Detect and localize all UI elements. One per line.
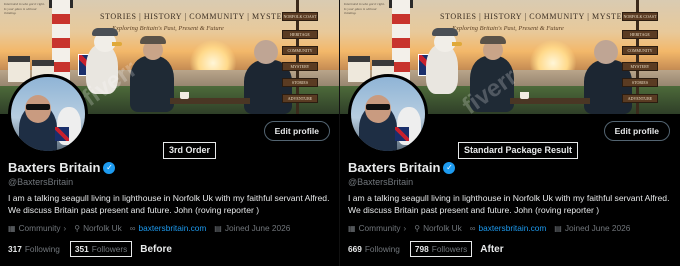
display-name: Baxters Britain (348, 160, 441, 175)
community-item[interactable]: ▦ Community › (8, 223, 66, 233)
calendar-icon: ▤ (554, 223, 562, 233)
lighthouse-illustration (52, 0, 70, 86)
display-name: Baxters Britain (8, 160, 101, 175)
order-callout: 3rd Order (163, 142, 217, 159)
sign: COMMUNITY (622, 46, 658, 55)
banner-menu: STORIES | HISTORY | COMMUNITY | MYSTERY (100, 12, 295, 21)
location-item: ⚲ Norfolk Uk (414, 223, 462, 233)
result-label: Before (140, 243, 172, 255)
chevron-right-icon: › (403, 223, 407, 233)
bio: I am a talking seagull living in lightho… (348, 193, 670, 215)
sign: NORFOLK COAST (282, 12, 318, 21)
sign: COMMUNITY (282, 46, 318, 55)
package-callout: Standard Package Result (458, 142, 579, 159)
banner-menu: STORIES | HISTORY | COMMUNITY | MYSTERY (440, 12, 635, 21)
verified-badge-icon: ✓ (443, 161, 456, 174)
calendar-icon: ▤ (214, 223, 222, 233)
result-label: After (480, 243, 504, 255)
followers-stat[interactable]: 798 Followers (409, 241, 473, 257)
chevron-right-icon: › (63, 223, 67, 233)
profile-panel-after: Interested in who got it right. Is your … (340, 0, 680, 266)
location-item: ⚲ Norfolk Uk (74, 223, 122, 233)
link-icon: ∞ (469, 223, 476, 233)
followers-stat[interactable]: 351 Followers (69, 241, 133, 257)
bio: I am a talking seagull living in lightho… (8, 193, 330, 215)
community-item[interactable]: ▦ Community › (348, 223, 406, 233)
website-item[interactable]: ∞ baxtersbritain.com (470, 223, 547, 233)
banner-motto: Interested in who got it right. Is your … (344, 2, 385, 15)
man-figure (130, 56, 174, 112)
sign: ADVENTURE (622, 94, 658, 103)
lighthouse-illustration (392, 0, 410, 86)
sign: HERITAGE (622, 30, 658, 39)
sign: STORIES (282, 78, 318, 87)
joined-item: ▤ Joined June 2026 (214, 223, 291, 233)
banner-tagline: Exploring Britain's Past, Present & Futu… (112, 25, 224, 32)
avatar[interactable] (348, 74, 428, 154)
website-item[interactable]: ∞ baxtersbritain.com (130, 223, 207, 233)
following-stat[interactable]: 669 Following (348, 244, 400, 254)
profile-panel-before: Interested in who got it right. Is your … (0, 0, 340, 266)
community-icon: ▦ (8, 223, 16, 233)
sign: MYSTERY (622, 62, 658, 71)
location-icon: ⚲ (414, 223, 421, 233)
verified-badge-icon: ✓ (103, 161, 116, 174)
following-stat[interactable]: 317 Following (8, 244, 60, 254)
banner-motto: Interested in who got it right. Is your … (4, 2, 45, 15)
joined-item: ▤ Joined June 2026 (554, 223, 631, 233)
edit-profile-button[interactable]: Edit profile (263, 121, 330, 141)
location-icon: ⚲ (74, 223, 81, 233)
handle: @BaxtersBritain (8, 177, 74, 187)
community-icon: ▦ (348, 223, 356, 233)
sign: HERITAGE (282, 30, 318, 39)
sign: MYSTERY (282, 62, 318, 71)
sign: STORIES (622, 78, 658, 87)
avatar[interactable] (8, 74, 88, 154)
handle: @BaxtersBritain (348, 177, 414, 187)
edit-profile-button[interactable]: Edit profile (603, 121, 670, 141)
sign: NORFOLK COAST (622, 12, 658, 21)
banner-tagline: Exploring Britain's Past, Present & Futu… (452, 25, 564, 32)
sign: ADVENTURE (282, 94, 318, 103)
link-icon: ∞ (129, 223, 136, 233)
